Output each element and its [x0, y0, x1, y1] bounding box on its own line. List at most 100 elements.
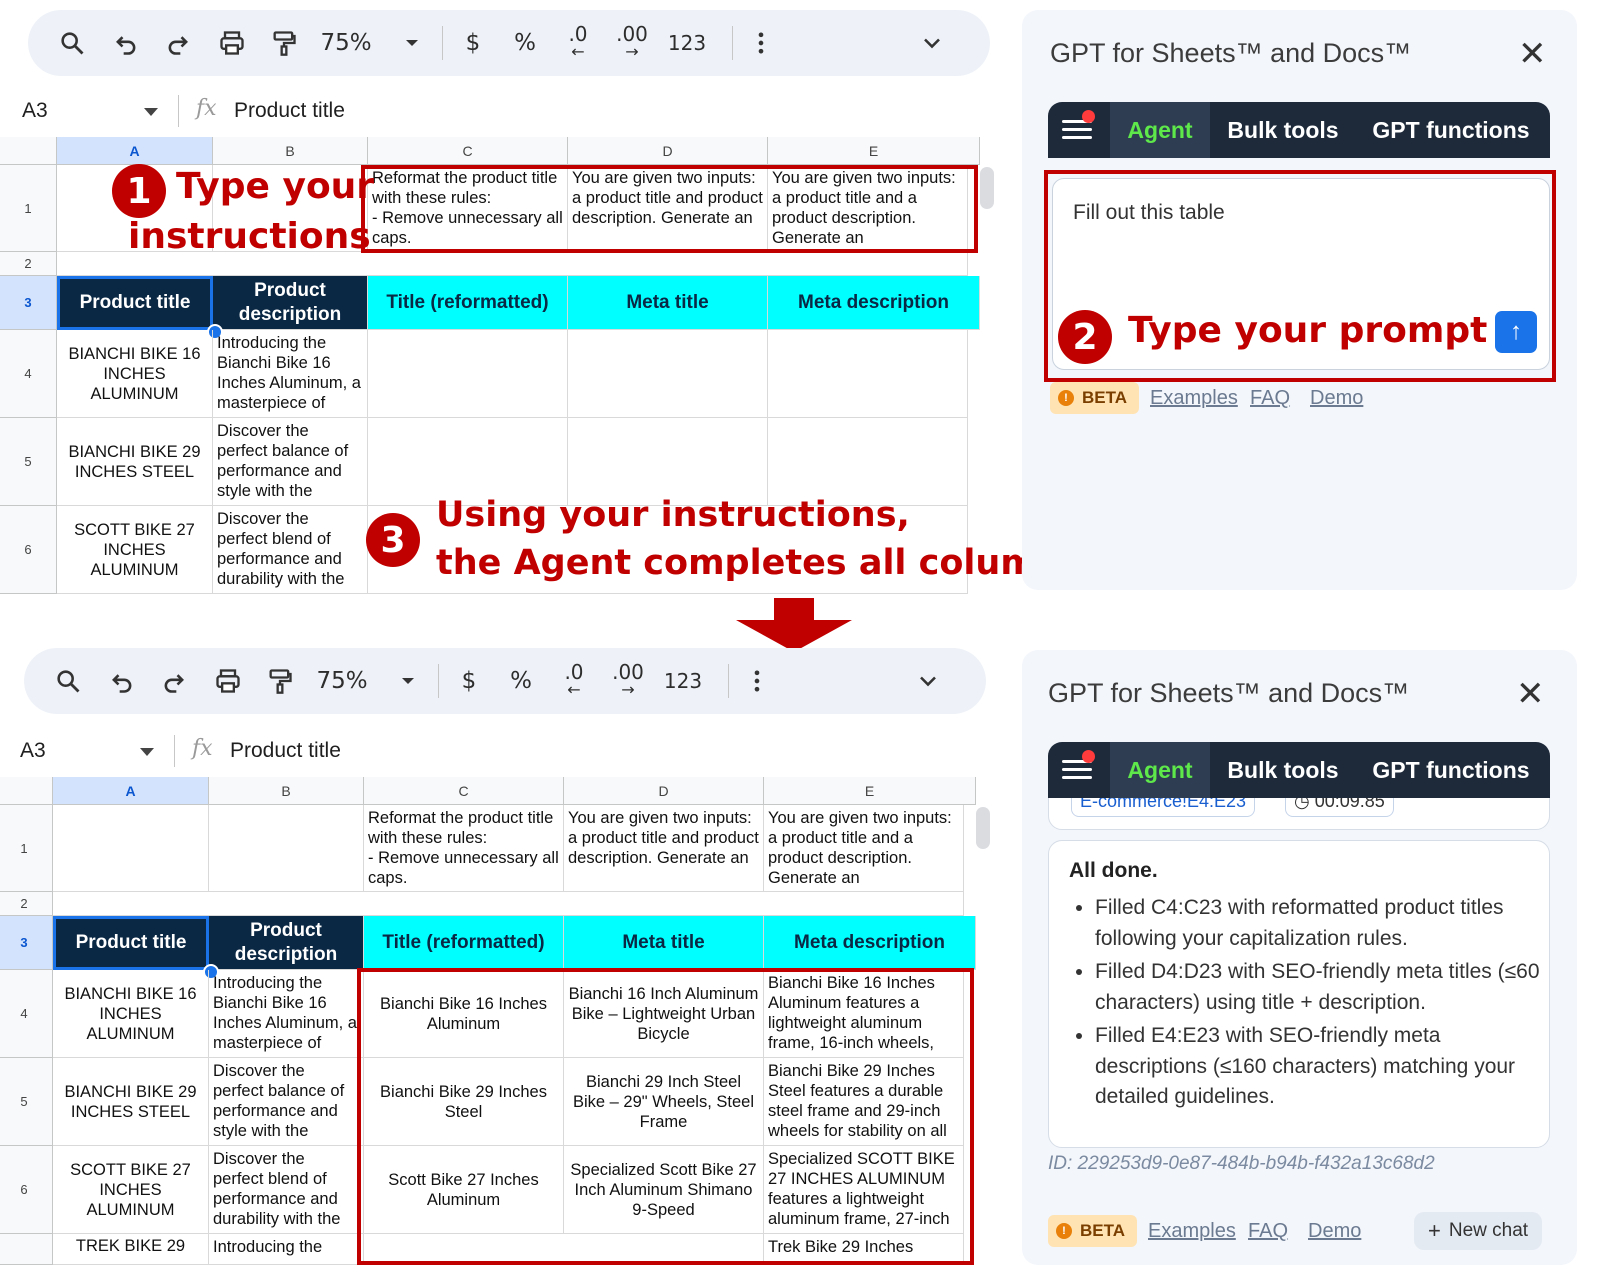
- percent-format-button[interactable]: %: [506, 648, 536, 714]
- search-icon[interactable]: [54, 10, 90, 76]
- header-product-description[interactable]: Product description: [209, 916, 364, 970]
- row-header-4[interactable]: 4: [0, 970, 53, 1058]
- examples-link[interactable]: Examples: [1148, 1220, 1236, 1243]
- collapse-chevron-icon[interactable]: [910, 648, 946, 714]
- header-meta-title[interactable]: Meta title: [564, 916, 764, 970]
- row-header-6[interactable]: 6: [0, 1146, 53, 1234]
- tab-gpt-functions[interactable]: GPT functions: [1356, 742, 1546, 798]
- name-box-dropdown-icon[interactable]: [144, 108, 158, 116]
- header-title-reformatted[interactable]: Title (reformatted): [364, 916, 564, 970]
- header-meta-description[interactable]: Meta description: [768, 276, 980, 330]
- cell-d4[interactable]: [568, 330, 768, 418]
- faq-link[interactable]: FAQ: [1250, 387, 1290, 410]
- select-all-corner[interactable]: [0, 137, 57, 165]
- header-meta-description[interactable]: Meta description: [764, 916, 976, 970]
- new-chat-button[interactable]: + New chat: [1414, 1212, 1543, 1250]
- tab-bulk-tools[interactable]: Bulk tools: [1213, 102, 1353, 158]
- print-icon[interactable]: [214, 10, 250, 76]
- row-header-1[interactable]: 1: [0, 165, 57, 252]
- name-box[interactable]: A3: [0, 91, 202, 131]
- column-header-c[interactable]: C: [364, 777, 564, 805]
- cell-c4[interactable]: [368, 330, 568, 418]
- search-icon[interactable]: [50, 648, 86, 714]
- cell-b5[interactable]: Discover the perfect balance of performa…: [209, 1058, 364, 1146]
- tab-agent[interactable]: Agent: [1110, 742, 1210, 798]
- tab-bulk-tools[interactable]: Bulk tools: [1213, 742, 1353, 798]
- cell-a6[interactable]: SCOTT BIKE 27 INCHES ALUMINUM: [53, 1146, 209, 1234]
- column-header-b[interactable]: B: [213, 137, 368, 165]
- name-box[interactable]: A3: [0, 731, 200, 771]
- more-formats-button[interactable]: 123: [666, 10, 708, 76]
- undo-icon[interactable]: [108, 10, 144, 76]
- column-header-a[interactable]: A: [53, 777, 209, 805]
- header-title-reformatted[interactable]: Title (reformatted): [368, 276, 568, 330]
- header-product-title[interactable]: Product title: [57, 276, 213, 330]
- examples-link[interactable]: Examples: [1150, 387, 1238, 410]
- cell-b6[interactable]: Discover the perfect blend of performanc…: [213, 506, 368, 594]
- cell-a4[interactable]: BIANCHI BIKE 16 INCHES ALUMINUM: [53, 970, 209, 1058]
- redo-icon[interactable]: [156, 648, 192, 714]
- close-icon[interactable]: ✕: [1518, 34, 1547, 74]
- increase-decimal-button[interactable]: .00 →: [610, 10, 654, 76]
- more-formats-button[interactable]: 123: [662, 648, 704, 714]
- collapse-chevron-icon[interactable]: [914, 10, 950, 76]
- header-product-title[interactable]: Product title: [53, 916, 209, 970]
- column-header-d[interactable]: D: [568, 137, 768, 165]
- faq-link[interactable]: FAQ: [1248, 1220, 1288, 1243]
- formula-input[interactable]: Product title: [234, 99, 345, 123]
- row-header-3[interactable]: 3: [0, 276, 57, 330]
- row-header-5[interactable]: 5: [0, 1058, 53, 1146]
- demo-link[interactable]: Demo: [1310, 387, 1363, 410]
- row-header-2[interactable]: 2: [0, 892, 53, 916]
- demo-link[interactable]: Demo: [1308, 1220, 1361, 1243]
- cell-b6[interactable]: Discover the perfect blend of performanc…: [209, 1146, 364, 1234]
- name-box-dropdown-icon[interactable]: [140, 748, 154, 756]
- sheet-grid-after[interactable]: A B C D E 1 2 3 4 5 6 Reformat the produ…: [0, 777, 990, 1265]
- column-header-a[interactable]: A: [57, 137, 213, 165]
- decrease-decimal-button[interactable]: .0 ←: [554, 648, 594, 714]
- cell-b5[interactable]: Discover the perfect balance of performa…: [213, 418, 368, 506]
- row-header-2[interactable]: 2: [0, 252, 57, 276]
- cell-d5[interactable]: [568, 418, 768, 506]
- decrease-decimal-button[interactable]: .0 ←: [558, 10, 598, 76]
- cell-d1[interactable]: You are given two inputs: a product titl…: [564, 805, 764, 892]
- cell-a6[interactable]: SCOTT BIKE 27 INCHES ALUMINUM: [57, 506, 213, 594]
- column-header-e[interactable]: E: [768, 137, 980, 165]
- zoom-dropdown-icon[interactable]: [400, 10, 424, 76]
- cell-a5[interactable]: BIANCHI BIKE 29 INCHES STEEL: [53, 1058, 209, 1146]
- print-icon[interactable]: [210, 648, 246, 714]
- cell-a7[interactable]: TREK BIKE 29: [53, 1234, 209, 1265]
- row-header-7[interactable]: [0, 1234, 53, 1265]
- formula-input[interactable]: Product title: [230, 739, 341, 763]
- cell-b4[interactable]: Introducing the Bianchi Bike 16 Inches A…: [213, 330, 368, 418]
- cell-b1[interactable]: [209, 805, 364, 892]
- currency-format-button[interactable]: $: [458, 10, 488, 76]
- redo-icon[interactable]: [160, 10, 196, 76]
- paint-format-icon[interactable]: [266, 10, 302, 76]
- tab-agent[interactable]: Agent: [1110, 102, 1210, 158]
- zoom-dropdown-icon[interactable]: [396, 648, 420, 714]
- more-vert-icon[interactable]: [742, 648, 772, 714]
- header-meta-title[interactable]: Meta title: [568, 276, 768, 330]
- cell-b7[interactable]: Introducing the: [209, 1234, 364, 1265]
- zoom-value[interactable]: 75%: [312, 648, 372, 714]
- cell-e1[interactable]: You are given two inputs: a product titl…: [764, 805, 964, 892]
- cell-a4[interactable]: BIANCHI BIKE 16 INCHES ALUMINUM: [57, 330, 213, 418]
- close-icon[interactable]: ✕: [1516, 674, 1545, 714]
- cell-c5[interactable]: [368, 418, 568, 506]
- tab-gpt-functions[interactable]: GPT functions: [1356, 102, 1546, 158]
- select-all-corner[interactable]: [0, 777, 53, 805]
- cell-e4[interactable]: [768, 330, 968, 418]
- percent-format-button[interactable]: %: [510, 10, 540, 76]
- cell-e5[interactable]: [768, 418, 968, 506]
- cell-b4[interactable]: Introducing the Bianchi Bike 16 Inches A…: [209, 970, 364, 1058]
- row-header-4[interactable]: 4: [0, 330, 57, 418]
- row-header-6[interactable]: 6: [0, 506, 57, 594]
- column-header-c[interactable]: C: [368, 137, 568, 165]
- vertical-scrollbar[interactable]: [976, 807, 990, 849]
- column-header-b[interactable]: B: [209, 777, 364, 805]
- more-vert-icon[interactable]: [746, 10, 776, 76]
- column-header-d[interactable]: D: [564, 777, 764, 805]
- row-header-1[interactable]: 1: [0, 805, 53, 892]
- row-header-3[interactable]: 3: [0, 916, 53, 970]
